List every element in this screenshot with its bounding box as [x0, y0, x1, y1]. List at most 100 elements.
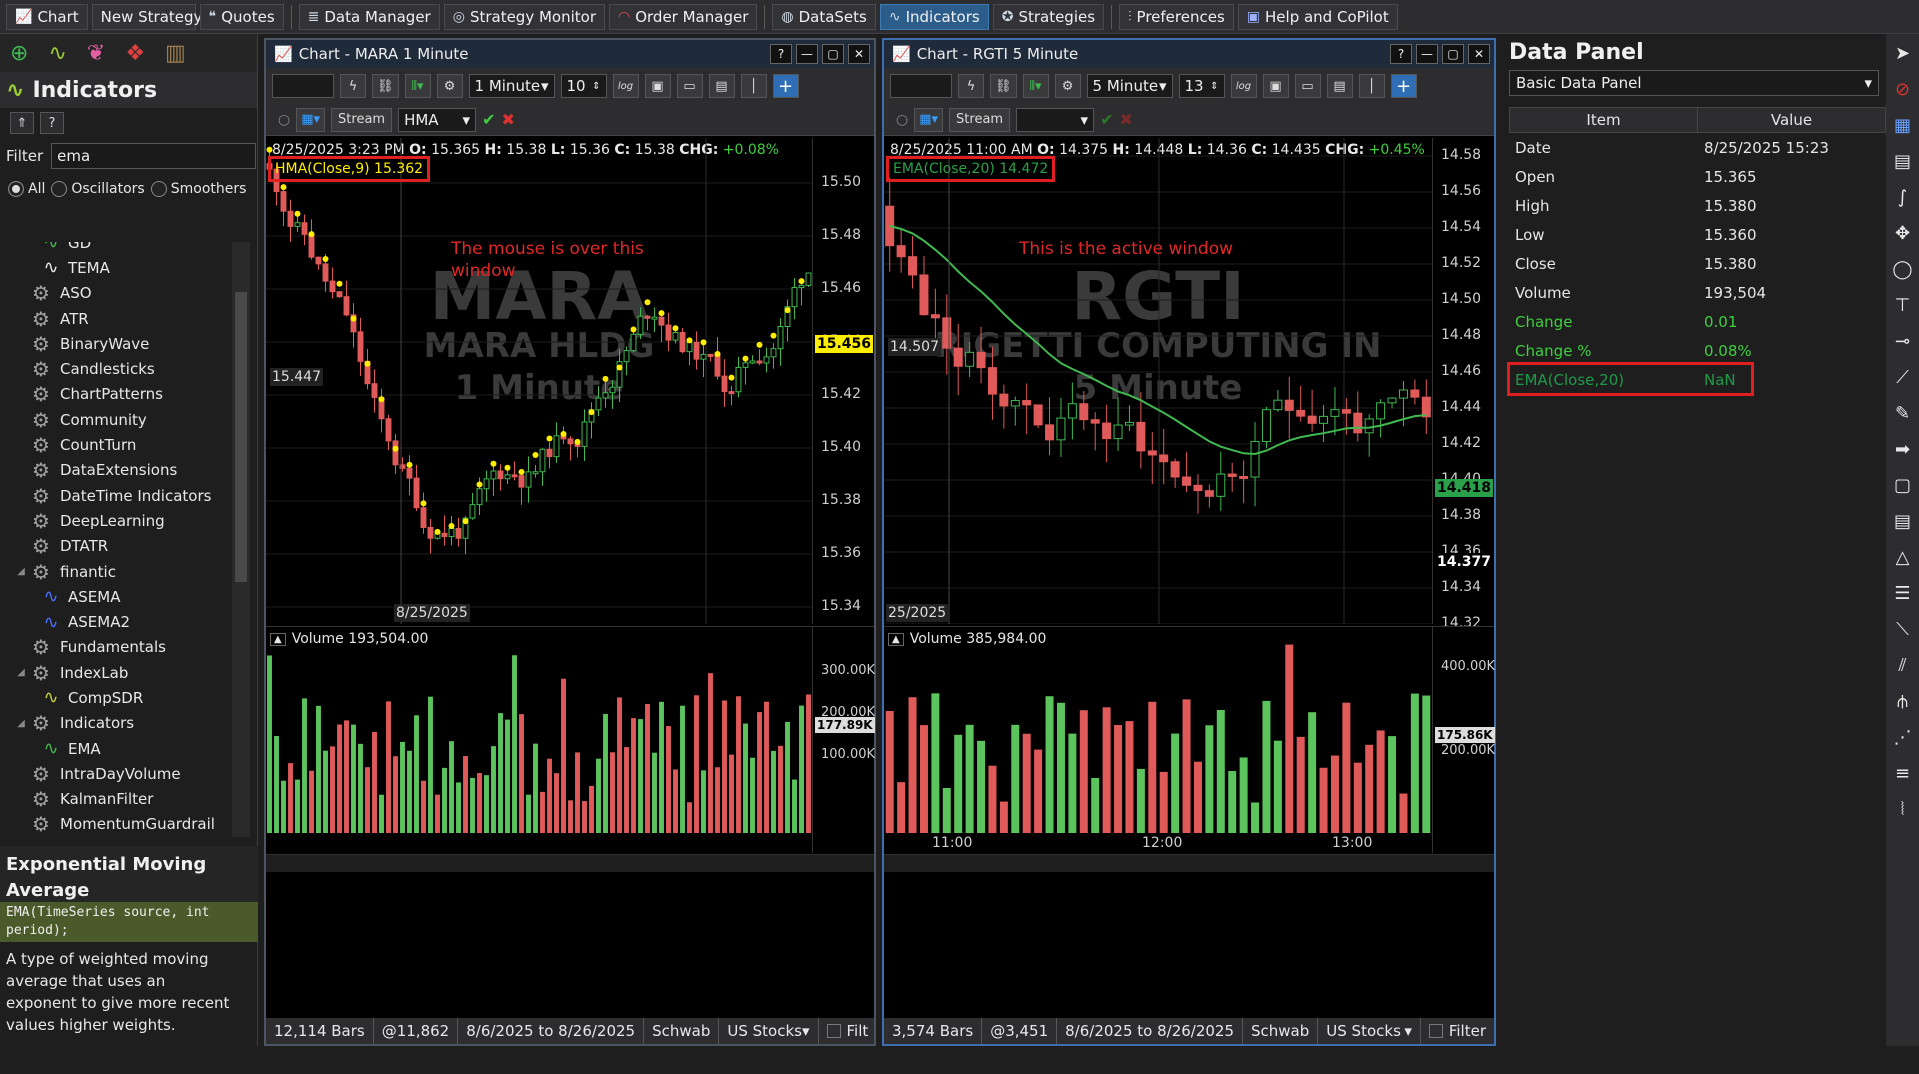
chart-button[interactable]: 📈 Chart: [6, 3, 88, 30]
tree-item[interactable]: ⚙ DataExtensions: [0, 458, 240, 483]
lightning-icon[interactable]: ϟ: [958, 74, 984, 98]
symbol-input[interactable]: [272, 74, 334, 98]
layout-icon[interactable]: ▤: [708, 74, 735, 98]
wave-icon[interactable]: ∿: [48, 41, 66, 66]
tree-item[interactable]: ◢ ⚙ IndexLab: [0, 660, 240, 685]
bars-stepper[interactable]: 10 ⇕: [560, 74, 607, 98]
tree-item[interactable]: ∿ TEMA: [0, 255, 240, 280]
grid-icon[interactable]: ▦: [1894, 110, 1911, 141]
bars-stepper[interactable]: 13 ⇕: [1178, 74, 1225, 98]
indicators-button[interactable]: ∿ Indicators: [879, 3, 989, 30]
volume-pane[interactable]: ▲ Volume 385,984.00 400.00K 200.00K 175.86K 1…: [884, 626, 1495, 853]
tree-item[interactable]: ⚙ DTATR: [0, 534, 240, 559]
help-button[interactable]: ?: [1390, 44, 1412, 64]
filter-input[interactable]: [51, 143, 257, 169]
pointer-icon[interactable]: ➤: [1895, 38, 1910, 69]
arrow-icon[interactable]: ➡: [1895, 434, 1910, 465]
horizontal-scrollbar[interactable]: [884, 854, 1494, 872]
cycle-icon[interactable]: ⦚: [1901, 794, 1905, 825]
cancel-icon[interactable]: ✖: [1119, 110, 1132, 129]
market-dropdown[interactable]: US Stocks ▾: [719, 1018, 819, 1044]
link-icon[interactable]: ⛓: [372, 74, 399, 98]
column-item[interactable]: Item: [1510, 108, 1698, 132]
symbol-input[interactable]: [890, 74, 952, 98]
check-icon[interactable]: ✔: [482, 110, 495, 129]
help-button[interactable]: ?: [770, 44, 792, 64]
tree-item[interactable]: ⚙ IntraDayVolume: [0, 761, 240, 786]
ellipse-icon[interactable]: ◯: [1892, 254, 1912, 285]
tree-item[interactable]: ∿ ASEMA2: [0, 609, 240, 634]
maximize-button[interactable]: ▢: [822, 44, 844, 64]
chart-window-rgti[interactable]: 📈 Chart - RGTI 5 Minute ? — ▢ ✕ ϟ ⛓ ⫴▾ ⚙…: [882, 38, 1496, 1046]
chart-style-button[interactable]: ⫴▾: [404, 74, 431, 98]
column-value[interactable]: Value: [1698, 108, 1886, 132]
log-scale-button[interactable]: log: [1230, 74, 1257, 98]
data-source-button[interactable]: ▦▾: [296, 107, 326, 132]
filter-checkbox[interactable]: Filt: [819, 1018, 875, 1044]
add-button[interactable]: +: [1390, 74, 1417, 98]
radio-smoothers[interactable]: Smoothers: [150, 181, 246, 197]
crosshair-icon[interactable]: ✥: [1895, 218, 1910, 249]
tree-item[interactable]: ∿ GD: [0, 242, 240, 255]
camera-icon[interactable]: ▣: [644, 74, 671, 98]
tree-item[interactable]: ⚙ DateTime Indicators: [0, 483, 240, 508]
strategies-button[interactable]: ✪ Strategies: [992, 3, 1105, 30]
calendar-icon[interactable]: ▤: [1894, 146, 1911, 177]
strategy-monitor-button[interactable]: ◎ Strategy Monitor: [443, 3, 605, 30]
link-icon[interactable]: ⛓: [990, 74, 1017, 98]
diagonal-icon[interactable]: ⟍: [1896, 614, 1909, 645]
tree-item[interactable]: ◢ ⚙ finantic: [0, 559, 240, 584]
rectangle-icon[interactable]: ▢: [1894, 470, 1911, 501]
indicator-input[interactable]: ▾: [1016, 107, 1095, 132]
tree-item[interactable]: ⚙ KalmanFilter: [0, 787, 240, 812]
no-entry-icon[interactable]: ⊘: [1895, 74, 1910, 105]
record-icon[interactable]: ○: [896, 112, 908, 128]
expand-caret-icon[interactable]: ◢: [14, 566, 28, 577]
tree-item[interactable]: ⚙ Community: [0, 407, 240, 432]
books-icon[interactable]: ▥: [165, 41, 186, 66]
collapse-pane-icon[interactable]: ▲: [270, 632, 286, 646]
quotes-button[interactable]: ❝ Quotes: [199, 3, 284, 30]
brain-icon[interactable]: ❦: [87, 41, 105, 66]
help-button[interactable]: ▣ Help and CoPilot: [1237, 3, 1398, 30]
data-manager-button[interactable]: ≣ Data Manager: [298, 3, 440, 30]
price-pane[interactable]: 8/25/2025 3:23 PM O: 15.365 H: 15.38 L: …: [266, 138, 874, 624]
gear-icon[interactable]: ⚙: [1054, 74, 1081, 98]
chart-window-mara[interactable]: 📈 Chart - MARA 1 Minute ? — ▢ ✕ ϟ ⛓ ⫴▾ ⚙…: [264, 38, 876, 1046]
data-source-button[interactable]: ▦▾: [914, 107, 944, 132]
horizontal-line-icon[interactable]: ⊸: [1895, 326, 1910, 357]
minimize-button[interactable]: —: [796, 44, 818, 64]
tree-item[interactable]: ⚙ ChartPatterns: [0, 382, 240, 407]
volume-pane[interactable]: ▲ Volume 193,504.00 300.00K 200.00K 100.00K 1…: [266, 626, 875, 853]
pencil-icon[interactable]: ✎: [1895, 398, 1910, 429]
gann-icon[interactable]: ⋰: [1894, 722, 1912, 753]
stream-button[interactable]: Stream: [949, 107, 1011, 132]
price-pane[interactable]: 8/25/2025 11:00 AM O: 14.375 H: 14.448 L…: [884, 138, 1494, 631]
new-strategy-dropdown[interactable]: New Strategy▾: [91, 3, 214, 30]
indicator-tree[interactable]: ∿ GD ∿ TEMA ⚙ ASO ⚙ ATR ⚙ BinaryWave ⚙ Candlesticks…: [0, 242, 240, 837]
curve-icon[interactable]: ∫: [1898, 182, 1907, 213]
horizontal-scrollbar[interactable]: [266, 854, 874, 872]
globe-icon[interactable]: ⊕: [10, 41, 28, 66]
radio-oscillators[interactable]: Oscillators: [51, 181, 145, 197]
tree-item[interactable]: ∿ CompSDR: [0, 685, 240, 710]
filter-checkbox[interactable]: Filter: [1421, 1018, 1494, 1044]
scale-dropdown[interactable]: 1 Minute ▾: [468, 74, 555, 98]
check-icon[interactable]: ✔: [1100, 110, 1113, 129]
indicator-input[interactable]: HMA ▾: [398, 107, 477, 132]
chart-style-button[interactable]: ⫴▾: [1022, 74, 1049, 98]
layout-icon[interactable]: ▤: [1326, 74, 1353, 98]
datasets-button[interactable]: ◍ DataSets: [772, 3, 876, 30]
log-scale-button[interactable]: log: [612, 74, 639, 98]
vertical-line-icon[interactable]: ⊤: [1895, 290, 1911, 321]
cursor-line-icon[interactable]: │: [1358, 74, 1385, 98]
help-button[interactable]: ?: [40, 112, 64, 134]
cancel-icon[interactable]: ✖: [501, 110, 514, 129]
pane-icon[interactable]: ▭: [1294, 74, 1321, 98]
fib-icon[interactable]: ≡: [1895, 758, 1910, 789]
tree-item[interactable]: ⚙ Fundamentals: [0, 635, 240, 660]
maximize-button[interactable]: ▢: [1442, 44, 1464, 64]
lightning-icon[interactable]: ϟ: [340, 74, 366, 98]
gear-icon[interactable]: ⚙: [436, 74, 463, 98]
tree-scroll-thumb[interactable]: [235, 292, 247, 582]
